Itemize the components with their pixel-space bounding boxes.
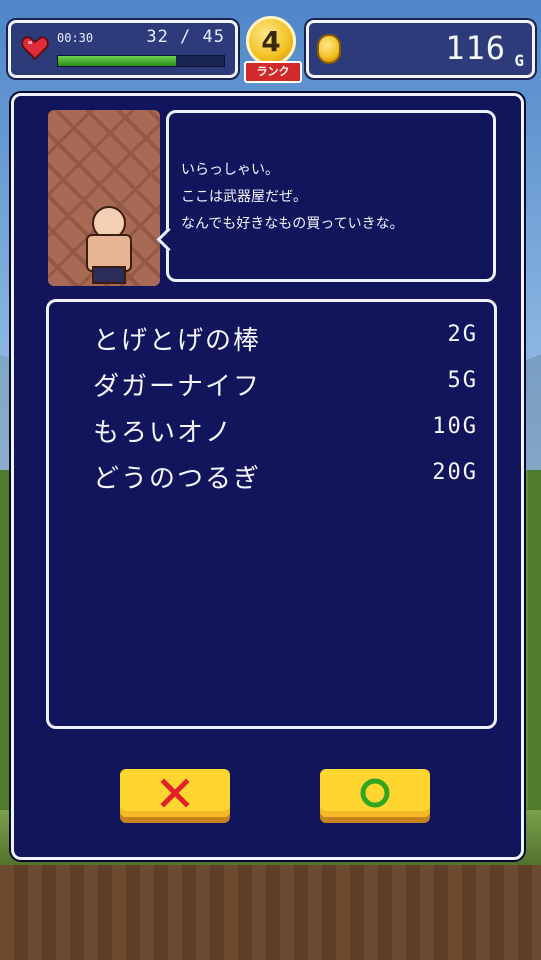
gold-amount: 116	[445, 29, 506, 67]
gold-unit: G	[514, 51, 524, 70]
item-name: ダガーナイフ	[93, 372, 262, 402]
message-line: いらっしゃい。	[181, 162, 279, 178]
shopkeeper-sprite	[84, 206, 132, 284]
shopkeeper-legs	[92, 266, 126, 284]
hp-bar	[57, 55, 225, 67]
rank-badge: 4 ランク	[242, 16, 302, 86]
item-list: とげとげの棒 2G ダガーナイフ 5G もろいオノ 10G どうのつるぎ 20G	[46, 299, 497, 729]
coin-icon	[317, 34, 341, 64]
speech-bubble: いらっしゃい。 ここは武器屋だぜ。 なんでも好きなもの買っていきな。	[156, 110, 496, 282]
shop-dialog: いらっしゃい。 ここは武器屋だぜ。 なんでも好きなもの買っていきな。 とげとげの…	[11, 93, 524, 860]
dirt-ground	[0, 865, 541, 960]
circle-icon	[360, 778, 390, 808]
shop-item[interactable]: とげとげの棒 2G	[93, 316, 478, 356]
cancel-button[interactable]	[120, 769, 230, 817]
item-name: どうのつるぎ	[93, 464, 262, 494]
rank-number: 4	[261, 25, 281, 58]
shop-item[interactable]: ダガーナイフ 5G	[93, 362, 478, 402]
hp-counter: 32 / 45	[146, 27, 225, 47]
item-price: 10G	[432, 414, 478, 439]
x-icon	[160, 778, 190, 808]
message-line: ここは武器屋だぜ。	[181, 189, 307, 205]
shop-item[interactable]: どうのつるぎ 20G	[93, 454, 478, 494]
item-price: 20G	[432, 460, 478, 485]
item-name: とげとげの棒	[93, 326, 262, 356]
speech-bubble-tail	[156, 227, 181, 252]
item-name: もろいオノ	[93, 418, 234, 448]
item-price: 5G	[447, 368, 478, 393]
status-box: 00:30 32 / 45	[8, 20, 238, 78]
shop-item[interactable]: もろいオノ 10G	[93, 408, 478, 448]
play-time: 00:30	[57, 31, 94, 45]
shopkeeper-portrait	[48, 110, 160, 286]
hp-bar-fill	[58, 56, 176, 66]
heart-icon	[21, 36, 49, 61]
rank-medal-icon: 4	[246, 16, 296, 66]
rank-label: ランク	[244, 61, 302, 83]
item-price: 2G	[447, 322, 478, 347]
shopkeeper-message: いらっしゃい。 ここは武器屋だぜ。 なんでも好きなもの買っていきな。	[181, 157, 404, 238]
gold-box: 116 G	[306, 20, 535, 78]
message-line: なんでも好きなもの買っていきな。	[181, 216, 404, 232]
ok-button[interactable]	[320, 769, 430, 817]
